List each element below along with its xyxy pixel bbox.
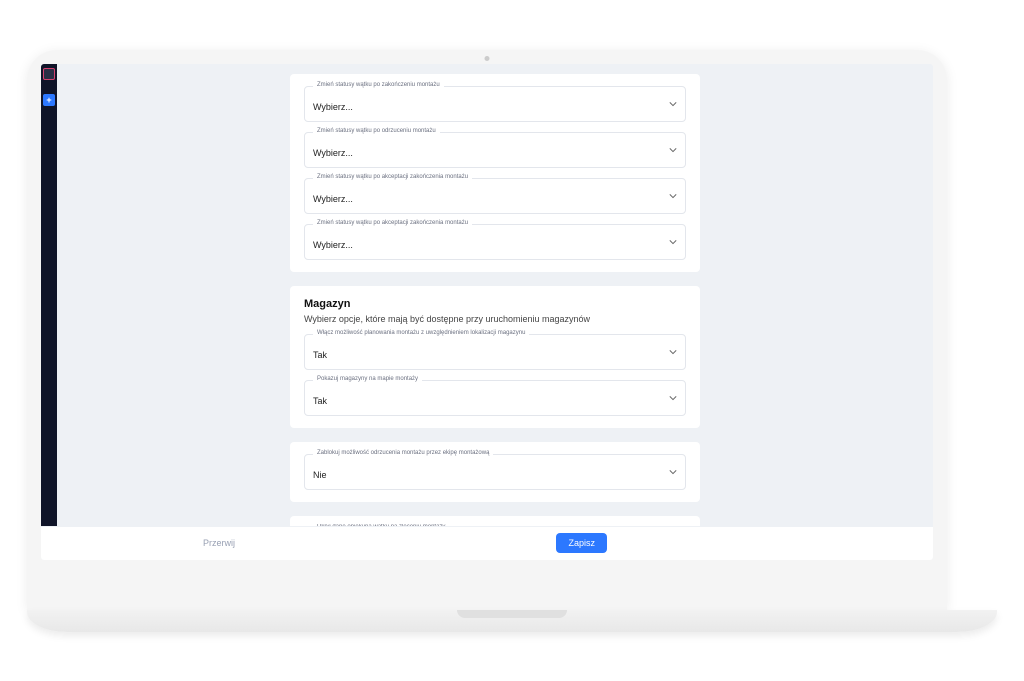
status-after-complete-select[interactable]: Zmień statusy wątku po zakończeniu monta… <box>304 86 686 122</box>
chevron-down-icon <box>669 468 677 476</box>
field-label: Włącz możliwość planowania montażu z uwz… <box>313 330 529 336</box>
warehouse-title: Magazyn <box>304 298 686 310</box>
save-button[interactable]: Zapisz <box>556 533 607 553</box>
field-value: Wybierz... <box>313 148 353 158</box>
field-value: Wybierz... <box>313 240 353 250</box>
field-label: Zmień statusy wątku po zakończeniu monta… <box>313 82 444 88</box>
add-button-icon[interactable]: + <box>43 94 55 106</box>
field-value: Wybierz... <box>313 102 353 112</box>
chevron-down-icon <box>669 192 677 200</box>
field-value: Tak <box>313 350 327 360</box>
field-label: Pokazuj magazyny na mapie montaży <box>313 376 422 382</box>
chevron-down-icon <box>669 348 677 356</box>
app-logo-icon[interactable] <box>43 68 55 80</box>
field-value: Tak <box>313 396 327 406</box>
laptop-frame: + Zmień statusy wątku po zakończeniu mon… <box>27 50 947 610</box>
warehouse-card: Magazyn Wybierz opcje, które mają być do… <box>290 286 700 428</box>
laptop-camera <box>485 56 490 61</box>
field-label: Zmień statusy wątku po odrzuceniu montaż… <box>313 128 440 134</box>
cancel-button[interactable]: Przerwij <box>197 534 241 552</box>
warehouse-show-on-map-select[interactable]: Pokazuj magazyny na mapie montaży Tak <box>304 380 686 416</box>
footer-inner: Przerwij Zapisz <box>197 533 607 553</box>
field-value: Wybierz... <box>313 194 353 204</box>
chevron-down-icon <box>669 100 677 108</box>
warehouse-plan-location-select[interactable]: Włącz możliwość planowania montażu z uwz… <box>304 334 686 370</box>
warehouse-subtitle: Wybierz opcje, które mają być dostępne p… <box>304 314 686 324</box>
statuses-card: Zmień statusy wątku po zakończeniu monta… <box>290 74 700 272</box>
laptop-trackpad-notch <box>457 610 567 618</box>
block-reject-card: Zablokuj możliwość odrzucenia montażu pr… <box>290 442 700 502</box>
field-label: Zablokuj możliwość odrzucenia montażu pr… <box>313 450 493 456</box>
field-value: Nie <box>313 470 327 480</box>
app-layout: + Zmień statusy wątku po zakończeniu mon… <box>41 64 933 526</box>
block-reject-select[interactable]: Zablokuj możliwość odrzucenia montażu pr… <box>304 454 686 490</box>
chevron-down-icon <box>669 238 677 246</box>
main-content: Zmień statusy wątku po zakończeniu monta… <box>57 64 933 526</box>
status-after-accept-select-1[interactable]: Zmień statusy wątku po akceptacji zakońc… <box>304 178 686 214</box>
field-label: Zmień statusy wątku po akceptacji zakońc… <box>313 174 472 180</box>
footer-action-bar: Przerwij Zapisz <box>41 526 933 560</box>
hide-guardian-card: Ukryj dane opiekuna wątku na zleceniu mo… <box>290 516 700 526</box>
laptop-base <box>27 610 997 632</box>
status-after-accept-select-2[interactable]: Zmień statusy wątku po akceptacji zakońc… <box>304 224 686 260</box>
field-label: Ukryj dane opiekuna wątku na zleceniu mo… <box>313 524 449 526</box>
sidebar: + <box>41 64 57 526</box>
status-after-reject-select[interactable]: Zmień statusy wątku po odrzuceniu montaż… <box>304 132 686 168</box>
field-label: Zmień statusy wątku po akceptacji zakońc… <box>313 220 472 226</box>
chevron-down-icon <box>669 394 677 402</box>
app-screen: + Zmień statusy wątku po zakończeniu mon… <box>41 64 933 560</box>
chevron-down-icon <box>669 146 677 154</box>
